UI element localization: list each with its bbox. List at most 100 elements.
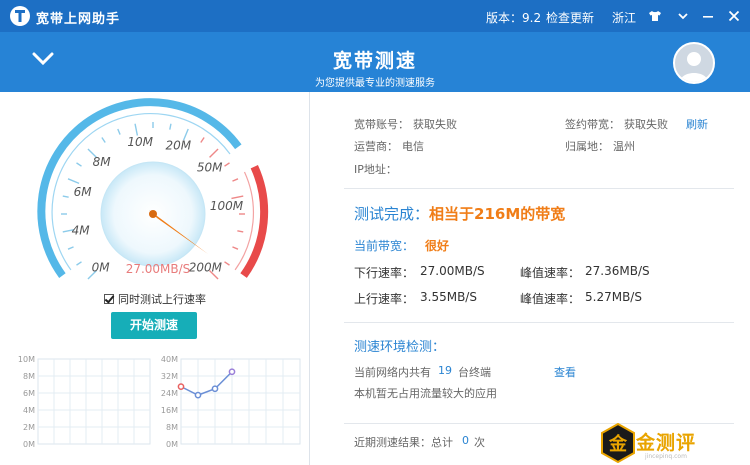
watermark-text: 金测评	[636, 432, 697, 454]
gauge-tick	[76, 261, 82, 266]
gauge-tick	[169, 123, 172, 130]
divider	[344, 188, 734, 189]
status-value: 相当于216M的带宽	[429, 205, 566, 223]
gauge-readout: 27.00MB/S	[126, 262, 191, 276]
upload-test-option[interactable]: 同时测试上行速率	[104, 291, 206, 307]
chart-y-tick: 0M	[23, 440, 35, 449]
chevron-down-icon[interactable]	[676, 9, 690, 23]
download-label: 下行速率：	[354, 266, 415, 280]
upload-label: 上行速率：	[354, 292, 415, 306]
gauge-scale-label: 20M	[165, 138, 191, 152]
gauge-tick	[232, 178, 239, 182]
chart-y-tick: 2M	[23, 423, 35, 432]
chart-y-tick: 10M	[18, 355, 35, 364]
chart-y-tick: 0M	[166, 440, 178, 449]
upload-test-label: 同时测试上行速率	[118, 293, 206, 306]
watermark-url: jincepinq.com	[645, 453, 687, 460]
title-bar: 宽带上网助手 版本：9.2 检查更新 浙江	[0, 0, 750, 32]
gauge-hub	[149, 210, 157, 218]
gauge-tick	[76, 162, 82, 167]
speed-history-charts: 10M 8M 6M 4M 2M 0M 40M 32M 24M 16M 8M 0M	[18, 355, 301, 449]
start-test-button[interactable]: 开始测速	[111, 312, 197, 339]
ip-label: IP地址：	[354, 163, 397, 176]
chart-y-tick: 8M	[166, 423, 178, 432]
gauge-tick	[67, 178, 80, 185]
history-suffix: 次	[474, 436, 485, 449]
test-status: 测试完成：相当于216M的带宽	[354, 203, 565, 224]
chart-frame	[180, 358, 301, 445]
user-avatar-icon[interactable]	[673, 42, 715, 84]
gauge-tick	[224, 261, 230, 266]
download-value: 27.00MB/S	[420, 264, 485, 278]
devices-prefix: 当前网络内共有	[354, 366, 431, 379]
account-value: 获取失败	[413, 118, 457, 131]
shirt-icon[interactable]	[648, 9, 662, 23]
chart-point	[177, 383, 185, 390]
download-peak-label: 峰值速率：	[520, 266, 581, 280]
chart-y-tick: 40M	[161, 355, 178, 364]
page-subtitle: 为您提供最专业的测速服务	[315, 78, 435, 89]
view-devices-link[interactable]: 查看	[554, 364, 576, 380]
gauge-tick	[224, 162, 230, 167]
gauge-scale-label: 6M	[74, 185, 93, 199]
devices-count: 19	[438, 364, 452, 377]
gauge-scale-label: 100M	[210, 199, 244, 213]
environment-title: 测速环境检测：	[354, 340, 446, 355]
chart-y-tick: 6M	[23, 389, 35, 398]
isp-label: 运营商：	[354, 140, 398, 153]
gauge-tick	[117, 128, 121, 135]
gauge-tick	[134, 123, 139, 136]
gauge-scale-label: 200M	[189, 260, 223, 274]
gauge-scale-label: 10M	[127, 135, 153, 149]
gauge-tick	[200, 137, 205, 143]
check-update-link[interactable]: 检查更新	[546, 9, 594, 26]
divider	[344, 322, 734, 323]
gauge-arc-high	[240, 165, 269, 278]
upload-test-checkbox[interactable]	[104, 294, 114, 304]
upload-peak-value: 5.27MB/S	[585, 290, 642, 304]
chart-frame	[37, 358, 151, 445]
current-bandwidth-value: 很好	[425, 239, 450, 253]
chart-y-tick: 32M	[161, 372, 178, 381]
gauge-tick	[209, 148, 219, 158]
location-label: 归属地：	[565, 140, 609, 153]
gauge-tick	[101, 137, 106, 143]
upload-value: 3.55MB/S	[420, 290, 477, 304]
chart-point	[194, 391, 202, 399]
gauge-scale-label: 4M	[72, 223, 91, 237]
gauge-tick	[62, 195, 69, 198]
gauge-scale-label: 50M	[197, 160, 223, 174]
watermark-logo-icon: 金	[601, 423, 635, 463]
traffic-note: 本机暂无占用流量较大的应用	[354, 387, 497, 400]
speed-gauge: 0M 4M 6M 8M 10M 20M 50M 100M 200M 27.00MB/S	[37, 98, 269, 280]
contract-label: 签约带宽：	[565, 118, 620, 131]
page-title: 宽带测速	[332, 50, 417, 72]
upload-speed-line	[180, 371, 233, 396]
minimize-icon[interactable]	[701, 9, 715, 23]
gauge-scale-label: 0M	[92, 260, 111, 274]
current-bandwidth-label: 当前带宽：	[354, 239, 415, 253]
gauge-scale-label: 8M	[93, 155, 112, 169]
divider	[344, 423, 734, 424]
chart-y-tick: 8M	[23, 372, 35, 381]
status-prefix: 测试完成：	[354, 205, 430, 223]
chart-y-tick: 16M	[161, 406, 178, 415]
gauge-tick	[67, 246, 74, 250]
refresh-link[interactable]: 刷新	[686, 116, 708, 132]
watermark-glyph: 金	[608, 433, 628, 455]
chart-y-tick: 4M	[23, 406, 35, 415]
contract-value: 获取失败	[624, 118, 668, 131]
chart-point	[228, 368, 236, 376]
upload-peak-label: 峰值速率：	[520, 292, 581, 306]
app-logo-icon	[10, 6, 30, 26]
gauge-tick	[237, 230, 244, 233]
chart-point	[211, 385, 219, 393]
region-selector[interactable]: 浙江	[612, 9, 636, 26]
version-label: 版本：9.2	[486, 11, 542, 25]
history-count: 0	[462, 434, 469, 447]
app-title: 宽带上网助手	[36, 12, 121, 27]
isp-value: 电信	[402, 140, 424, 153]
page-header: 宽带测速 为您提供最专业的测速服务	[0, 32, 750, 92]
close-icon[interactable]	[727, 9, 741, 23]
devices-suffix: 台终端	[458, 366, 491, 379]
